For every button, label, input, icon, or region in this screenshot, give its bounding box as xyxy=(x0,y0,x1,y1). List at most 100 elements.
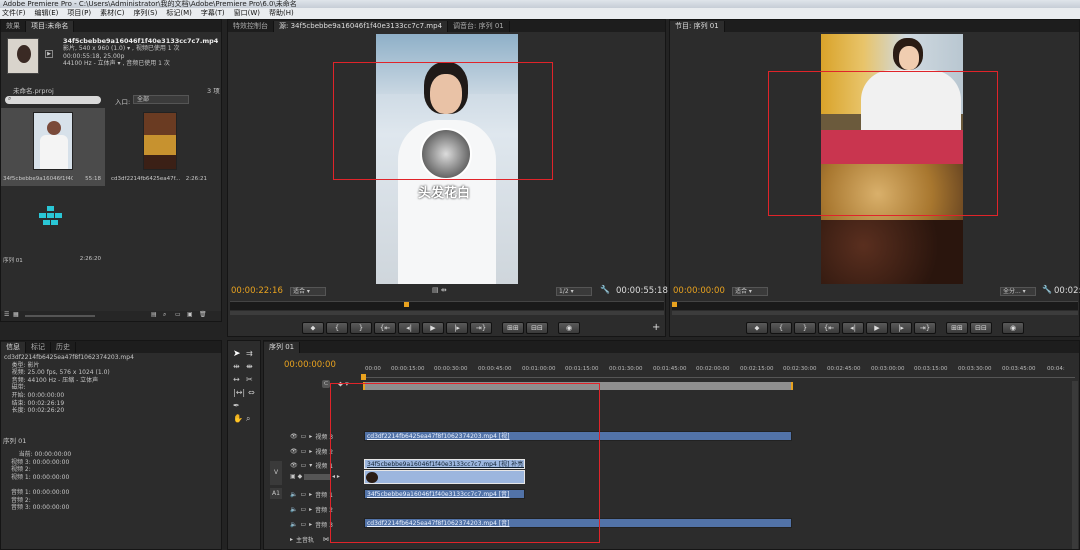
step-forward-button[interactable]: |▸ xyxy=(446,322,468,334)
menu-file[interactable]: 文件(F) xyxy=(2,8,26,19)
mark-out-button[interactable]: } xyxy=(350,322,372,334)
rolling-edit-icon[interactable]: ⇼ xyxy=(246,362,253,371)
menu-sequence[interactable]: 序列(S) xyxy=(133,8,157,19)
timeline-playhead[interactable] xyxy=(361,374,366,380)
play-button[interactable]: ▶ xyxy=(422,322,444,334)
tab-effect-controls[interactable]: 特效控制台 xyxy=(228,21,274,32)
speaker-icon[interactable]: 🔈 xyxy=(290,491,297,498)
tab-effects[interactable]: 效果 xyxy=(1,21,26,32)
tab-source[interactable]: 源: 34f5cbebbe9a16046f1f40e3133cc7c7.mp4 xyxy=(274,21,449,32)
new-item-icon[interactable]: ▣ xyxy=(187,311,193,318)
collapse-icon[interactable]: ▸ xyxy=(290,536,293,543)
expand-icon[interactable]: ▾ xyxy=(309,462,312,469)
program-zoom-dropdown[interactable]: 全分... ▾ xyxy=(1000,287,1036,296)
step-forward-button[interactable]: |▸ xyxy=(890,322,912,334)
bin-item[interactable]: 34f5cbebbe9a16046f1f40e... 55:18 xyxy=(1,108,105,186)
tab-audio-mixer[interactable]: 调音台: 序列 01 xyxy=(448,21,510,32)
sync-icon[interactable]: ▭ xyxy=(300,521,306,528)
menu-marker[interactable]: 标记(M) xyxy=(166,8,192,19)
go-to-out-button[interactable]: ⇥} xyxy=(914,322,936,334)
time-ruler[interactable]: 00:00 00:00:15:00 00:00:30:00 00:00:45:0… xyxy=(363,366,1075,378)
program-fit-dropdown[interactable]: 适合 ▾ xyxy=(732,287,768,296)
icon-view-icon[interactable]: ▦ xyxy=(13,311,19,318)
film-icon[interactable]: ▭ xyxy=(301,448,307,455)
program-scrollbar[interactable] xyxy=(672,311,1078,315)
eye-icon[interactable]: 👁 xyxy=(290,448,298,455)
source-playhead[interactable] xyxy=(404,302,409,307)
selection-tool-icon[interactable]: ➤ xyxy=(233,349,241,359)
source-zoom-dropdown[interactable]: 1/2 ▾ xyxy=(556,287,592,296)
speaker-icon[interactable]: 🔈 xyxy=(290,506,297,513)
go-to-out-button[interactable]: ⇥} xyxy=(470,322,492,334)
timeline-timecode[interactable]: 00:00:00:00 xyxy=(284,360,336,370)
mark-in-button[interactable]: { xyxy=(326,322,348,334)
film-icon[interactable]: ▭ xyxy=(301,433,307,440)
collapse-icon[interactable]: ▸ xyxy=(309,521,312,528)
list-view-icon[interactable]: ☰ xyxy=(4,311,9,318)
hand-icon[interactable]: ✋ xyxy=(233,414,243,423)
source-scrollbar[interactable] xyxy=(230,311,664,315)
bin-item[interactable]: cd3df2214fb6425ea47f... 2:26:21 xyxy=(107,108,211,186)
entry-dropdown[interactable]: 全部 xyxy=(133,95,189,104)
slide-icon[interactable]: ⇔ xyxy=(248,388,255,397)
source-fit-dropdown[interactable]: 适合 ▾ xyxy=(290,287,326,296)
menu-clip[interactable]: 素材(C) xyxy=(100,8,124,19)
tab-info[interactable]: 信息 xyxy=(1,342,26,353)
collapse-icon[interactable]: ▸ xyxy=(309,433,312,440)
source-settings-icon[interactable]: 🔧 xyxy=(600,285,610,294)
source-current-time[interactable]: 00:00:22:16 xyxy=(231,286,283,296)
source-scrubber[interactable] xyxy=(230,301,664,310)
zoom-icon[interactable]: ⌕ xyxy=(246,414,250,424)
track-select-icon[interactable]: ⇉ xyxy=(246,349,253,358)
collapse-icon[interactable]: ▸ xyxy=(309,448,312,455)
eye-icon[interactable]: 👁 xyxy=(290,433,298,440)
pen-icon[interactable]: ✒ xyxy=(233,401,240,410)
menu-project[interactable]: 项目(P) xyxy=(67,8,91,19)
extract-button[interactable]: ⊟⊟ xyxy=(970,322,992,334)
program-current-time[interactable]: 00:00:00:00 xyxy=(673,286,725,296)
program-scrubber[interactable] xyxy=(672,301,1078,310)
razor-icon[interactable]: ✂ xyxy=(246,375,253,384)
source-export-icon[interactable]: ▤ ⇹ xyxy=(432,286,447,294)
tab-project[interactable]: 项目:未命名 xyxy=(26,21,75,32)
film-icon[interactable]: ▭ xyxy=(301,462,307,469)
sync-icon[interactable]: ▭ xyxy=(300,506,306,513)
program-settings-icon[interactable]: 🔧 xyxy=(1042,285,1052,294)
delete-icon[interactable]: 🗑 xyxy=(199,311,207,318)
menu-window[interactable]: 窗口(W) xyxy=(234,8,260,19)
insert-button[interactable]: ⊞⊞ xyxy=(502,322,524,334)
step-back-button[interactable]: ◂| xyxy=(842,322,864,334)
find-icon[interactable]: ⌕ xyxy=(163,311,166,319)
sync-icon[interactable]: ▭ xyxy=(300,491,306,498)
lift-button[interactable]: ⊞⊞ xyxy=(946,322,968,334)
ripple-edit-icon[interactable]: ⇹ xyxy=(233,362,240,371)
mark-out-button[interactable]: } xyxy=(794,322,816,334)
overwrite-button[interactable]: ⊟⊟ xyxy=(526,322,548,334)
mark-in-button[interactable]: { xyxy=(770,322,792,334)
search-input[interactable]: ⌕ xyxy=(5,95,101,104)
program-playhead[interactable] xyxy=(672,302,677,307)
export-frame-button[interactable]: ◉ xyxy=(558,322,580,334)
go-to-in-button[interactable]: {⇤ xyxy=(374,322,396,334)
step-back-button[interactable]: ◂| xyxy=(398,322,420,334)
collapse-icon[interactable]: ▸ xyxy=(309,506,312,513)
eye-icon[interactable]: 👁 xyxy=(290,462,298,469)
slip-icon[interactable]: |↔| xyxy=(233,388,245,397)
rate-stretch-icon[interactable]: ↔ xyxy=(233,375,240,384)
add-marker-button[interactable]: ⬥ xyxy=(746,322,768,334)
add-marker-button[interactable]: ⬥ xyxy=(302,322,324,334)
bin-item[interactable]: 序列 01 2:26:20 xyxy=(1,188,105,266)
menu-help[interactable]: 帮助(H) xyxy=(269,8,294,19)
tab-markers[interactable]: 标记 xyxy=(26,342,51,353)
collapse-icon[interactable]: ▸ xyxy=(309,491,312,498)
add-button-icon[interactable]: + xyxy=(652,322,660,333)
export-frame-button[interactable]: ◉ xyxy=(1002,322,1024,334)
timeline-vertical-scrollbar[interactable] xyxy=(1072,381,1078,549)
menu-title[interactable]: 字幕(T) xyxy=(201,8,225,19)
go-to-in-button[interactable]: {⇤ xyxy=(818,322,840,334)
tab-program[interactable]: 节目: 序列 01 xyxy=(670,21,725,32)
zoom-slider[interactable] xyxy=(25,315,95,317)
play-preview-icon[interactable]: ▶ xyxy=(45,50,53,58)
folder-icon[interactable]: ▭ xyxy=(175,311,181,318)
menu-edit[interactable]: 编辑(E) xyxy=(35,8,59,19)
